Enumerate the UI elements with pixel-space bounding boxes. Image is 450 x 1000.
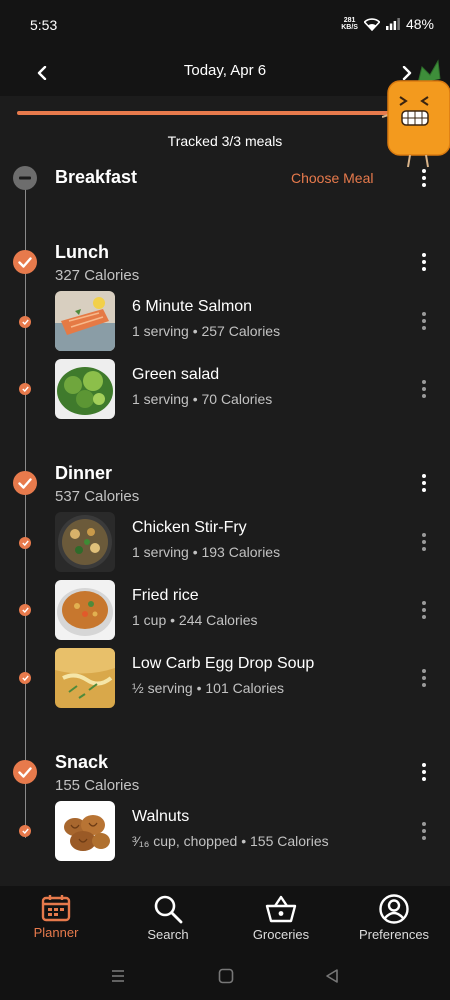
food-checked-node[interactable] <box>19 604 31 616</box>
nav-search-tab[interactable]: Search <box>113 894 223 942</box>
green-salad-more-icon[interactable] <box>414 377 434 401</box>
food-detail: 1 cup • 244 Calories <box>132 612 258 628</box>
food-item-salmon[interactable]: 6 Minute Salmon 1 serving • 257 Calories <box>55 291 435 351</box>
system-navigation-bar <box>0 956 450 1000</box>
fried-rice-more-icon[interactable] <box>414 598 434 622</box>
nav-preferences-tab[interactable]: Preferences <box>339 894 449 942</box>
dinner-checked-node[interactable] <box>13 471 37 495</box>
timeline-line <box>25 178 26 838</box>
food-checked-node[interactable] <box>19 537 31 549</box>
meal-title: Dinner <box>55 463 113 483</box>
battery-percent: 48% <box>405 16 434 32</box>
lunch-checked-node[interactable] <box>13 250 37 274</box>
meal-calories: 537 Calories <box>55 488 140 505</box>
food-checked-node[interactable] <box>19 316 31 328</box>
walnuts-more-icon[interactable] <box>414 819 434 843</box>
nav-label: Search <box>147 927 189 942</box>
home-icon[interactable] <box>218 968 234 984</box>
salmon-thumbnail <box>55 291 115 351</box>
profile-icon <box>379 894 409 924</box>
snack-header: Snack 155 Calories <box>55 752 139 794</box>
chicken-stir-fry-thumbnail <box>55 512 115 572</box>
dinner-more-icon[interactable] <box>414 471 434 495</box>
check-icon <box>21 319 29 325</box>
check-icon <box>21 675 29 681</box>
check-icon <box>18 766 32 778</box>
walnuts-thumbnail <box>55 801 115 861</box>
search-icon <box>154 895 183 924</box>
check-icon <box>21 828 29 834</box>
food-detail: ½ serving • 101 Calories <box>132 680 284 696</box>
food-name: Green salad <box>132 366 220 383</box>
minus-icon <box>19 176 31 180</box>
food-detail: 1 serving • 257 Calories <box>132 323 281 339</box>
food-name: Walnuts <box>132 808 190 825</box>
food-detail: 1 serving • 193 Calories <box>132 544 281 560</box>
signal-icon <box>385 18 400 30</box>
egg-drop-soup-more-icon[interactable] <box>414 666 434 690</box>
nav-label: Preferences <box>358 927 430 942</box>
status-icons: 281 KB/S 48% <box>341 16 434 32</box>
chicken-stir-fry-more-icon[interactable] <box>414 530 434 554</box>
meal-title: Breakfast <box>55 167 138 187</box>
check-icon <box>21 386 29 392</box>
choose-meal-button[interactable]: Choose Meal <box>291 170 374 186</box>
meal-progress-bar <box>17 111 397 115</box>
tracked-meals-status: Tracked 3/3 meals <box>167 133 283 149</box>
nav-label: Groceries <box>252 927 310 942</box>
status-bar: 5:53 281 KB/S 48% <box>0 0 450 50</box>
food-item-fried-rice[interactable]: Fried rice 1 cup • 244 Calories <box>55 580 435 640</box>
calendar-icon <box>41 895 71 922</box>
dinner-header: Dinner 537 Calories <box>55 463 139 505</box>
food-item-walnuts[interactable]: Walnuts ³⁄₁₆ cup, chopped • 155 Calories <box>55 801 435 861</box>
back-icon[interactable] <box>325 968 339 984</box>
lunch-header: Lunch 327 Calories <box>55 242 139 284</box>
recent-apps-icon[interactable] <box>111 968 125 984</box>
meal-calories: 155 Calories <box>55 777 140 794</box>
food-checked-node[interactable] <box>19 825 31 837</box>
lunch-more-icon[interactable] <box>414 250 434 274</box>
food-name: Low Carb Egg Drop Soup <box>132 655 315 672</box>
meal-calories: 327 Calories <box>55 267 140 284</box>
nav-planner-tab[interactable]: Planner <box>1 894 111 940</box>
breakfast-header: Breakfast <box>55 167 137 188</box>
breakfast-untracked-node[interactable] <box>13 166 37 190</box>
salmon-more-icon[interactable] <box>414 309 434 333</box>
breakfast-more-icon[interactable] <box>414 166 434 190</box>
food-name: 6 Minute Salmon <box>132 298 253 315</box>
food-detail: ³⁄₁₆ cup, chopped • 155 Calories <box>132 833 329 849</box>
snack-checked-node[interactable] <box>13 760 37 784</box>
bottom-navigation: Planner Search Groceries Preferences <box>0 886 450 956</box>
snack-more-icon[interactable] <box>414 760 434 784</box>
egg-drop-soup-thumbnail <box>55 648 115 708</box>
wifi-icon <box>363 17 380 31</box>
food-item-green-salad[interactable]: Green salad 1 serving • 70 Calories <box>55 359 435 419</box>
check-icon <box>18 256 32 268</box>
food-checked-node[interactable] <box>19 672 31 684</box>
nav-groceries-tab[interactable]: Groceries <box>226 894 336 942</box>
fried-rice-thumbnail <box>55 580 115 640</box>
food-name: Fried rice <box>132 587 199 604</box>
meal-title: Lunch <box>55 242 109 262</box>
meal-title: Snack <box>55 752 109 772</box>
check-icon <box>18 477 32 489</box>
check-icon <box>21 607 29 613</box>
basket-icon <box>265 895 297 923</box>
food-checked-node[interactable] <box>19 383 31 395</box>
green-salad-thumbnail <box>55 359 115 419</box>
carrot-mascot-icon <box>382 59 450 168</box>
nav-label: Planner <box>33 925 79 940</box>
network-speed: 281 KB/S <box>341 17 358 31</box>
food-detail: 1 serving • 70 Calories <box>132 391 273 407</box>
status-time: 5:53 <box>30 17 58 33</box>
food-name: Chicken Stir-Fry <box>132 519 247 536</box>
food-item-chicken-stir-fry[interactable]: Chicken Stir-Fry 1 serving • 193 Calorie… <box>55 512 435 572</box>
check-icon <box>21 540 29 546</box>
food-item-egg-drop-soup[interactable]: Low Carb Egg Drop Soup ½ serving • 101 C… <box>55 648 435 708</box>
